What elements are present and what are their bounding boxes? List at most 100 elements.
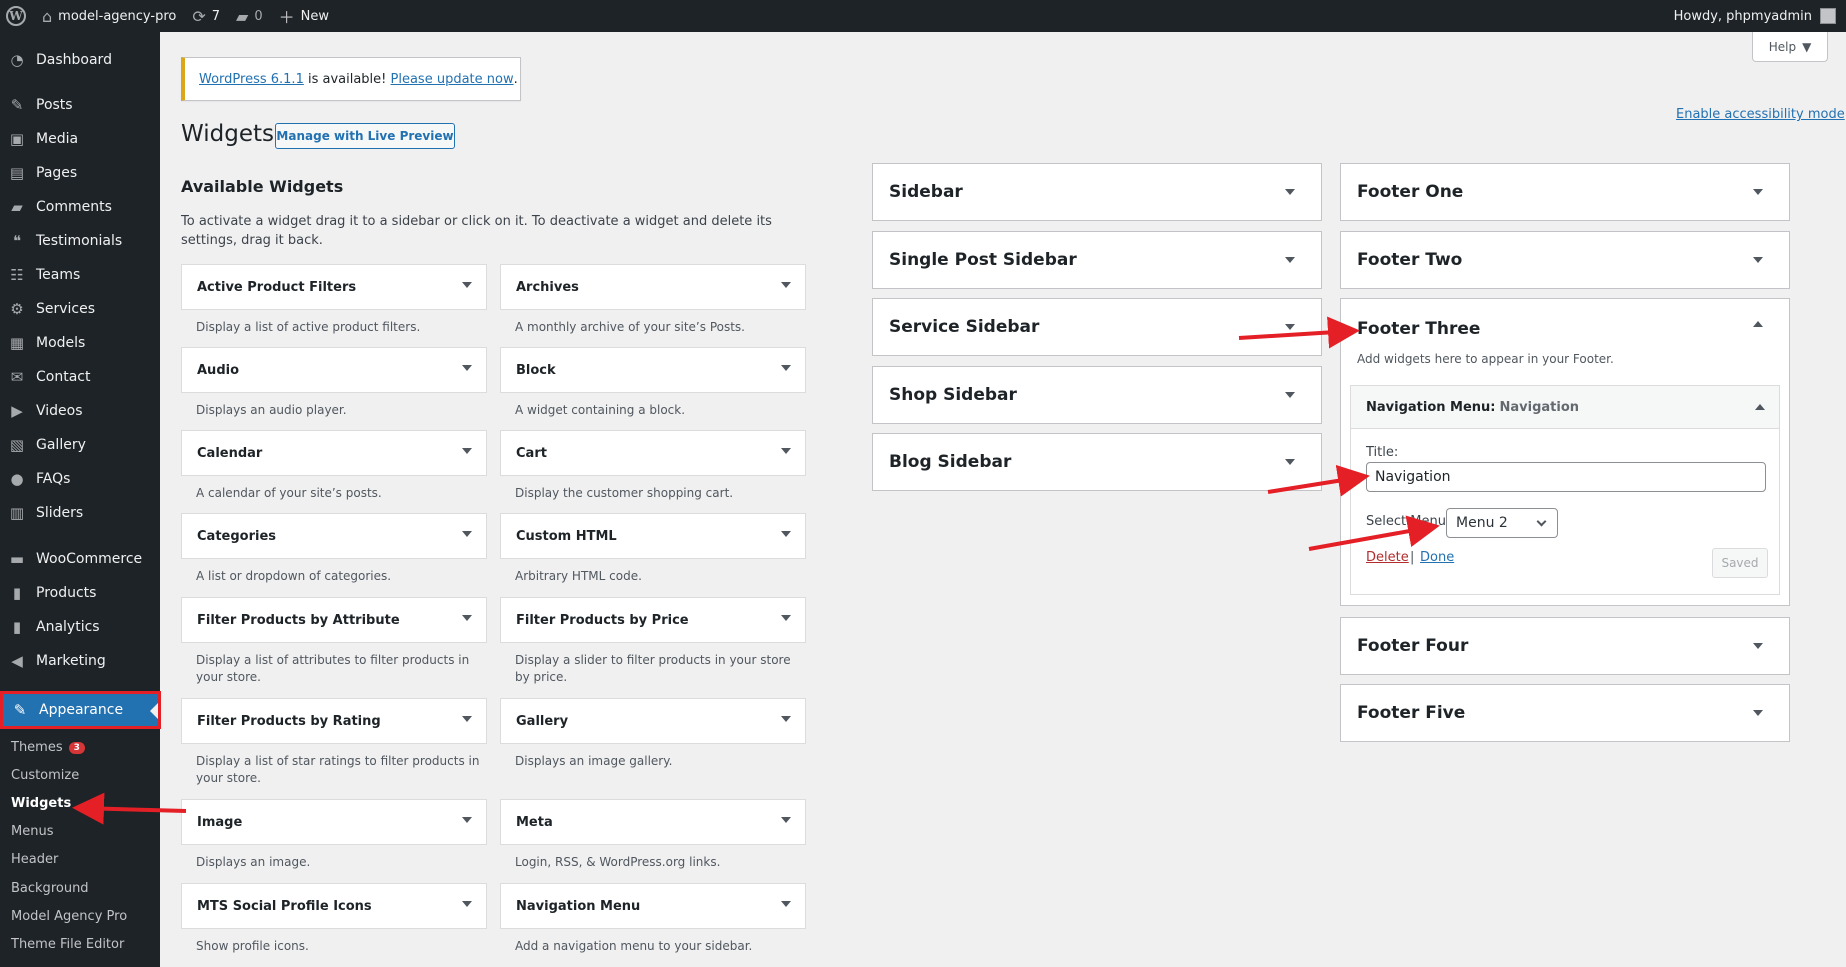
submenu-theme-file-editor[interactable]: Theme File Editor [11,937,124,952]
title-input[interactable] [1366,462,1766,492]
caret-down-icon[interactable] [1753,643,1763,649]
caret-down-icon[interactable] [462,817,472,823]
sidebar-item-marketing[interactable]: ◀ Marketing [0,644,160,678]
submenu-widgets[interactable]: Widgets [11,796,71,811]
caret-down-icon[interactable] [781,531,791,537]
caret-down-icon[interactable] [781,901,791,907]
sidebar-item-products[interactable]: ▮ Products [0,576,160,610]
caret-down-icon[interactable] [781,365,791,371]
sidebar-item-pages[interactable]: ▤ Pages [0,156,160,190]
sidebar-item-comments[interactable]: ▰ Comments [0,190,160,224]
sidebar-item-testimonials[interactable]: ❝ Testimonials [0,224,160,258]
sidebar-item-contact[interactable]: ✉ Contact [0,360,160,394]
widget-custom-html[interactable]: Custom HTML [500,513,806,559]
caret-down-icon[interactable] [781,448,791,454]
sidebar-item-woocommerce[interactable]: ▬ WooCommerce [0,542,160,576]
saved-button[interactable]: Saved [1712,548,1768,578]
area-title[interactable]: Footer Three [1357,319,1480,339]
wordpress-version-link[interactable]: WordPress 6.1.1 [199,72,304,87]
area-footer-four[interactable]: Footer Four [1340,617,1790,675]
widget-header[interactable]: Navigation Menu: Navigation [1351,386,1779,429]
sidebar-item-teams[interactable]: ☷ Teams [0,258,160,292]
caret-up-icon[interactable] [1753,321,1763,327]
sidebar-item-posts[interactable]: ✎ Posts [0,88,160,122]
caret-down-icon[interactable] [1753,189,1763,195]
caret-down-icon[interactable] [1285,392,1295,398]
caret-down-icon[interactable] [781,716,791,722]
area-footer-two[interactable]: Footer Two [1340,231,1790,289]
area-single-post-sidebar[interactable]: Single Post Sidebar [872,231,1322,289]
widget-mts-social-profile-icons[interactable]: MTS Social Profile Icons [181,883,487,929]
widget-filter-products-by-rating[interactable]: Filter Products by Rating [181,698,487,744]
caret-down-icon[interactable] [462,901,472,907]
my-account-menu[interactable]: Howdy, phpmyadmin [1674,8,1846,24]
caret-down-icon[interactable] [1285,189,1295,195]
submenu-model-agency-pro[interactable]: Model Agency Pro [11,909,127,924]
caret-down-icon[interactable] [781,615,791,621]
widget-block[interactable]: Block [500,347,806,393]
widget-archives[interactable]: Archives [500,264,806,310]
sidebar-item-videos[interactable]: ▶ Videos [0,394,160,428]
sidebar-item-dashboard[interactable]: ◔ Dashboard [0,43,160,77]
caret-down-icon[interactable] [462,448,472,454]
sidebar-item-label: Media [36,131,79,147]
accessibility-mode-link[interactable]: Enable accessibility mode [1676,107,1845,122]
select-menu-dropdown[interactable]: Menu 2 [1446,508,1558,538]
caret-down-icon[interactable] [462,716,472,722]
caret-up-icon[interactable] [1755,404,1765,410]
wp-logo-menu[interactable]: W [0,0,34,32]
widget-gallery[interactable]: Gallery [500,698,806,744]
sidebar-item-sliders[interactable]: ▥ Sliders [0,496,160,530]
caret-down-icon[interactable] [462,365,472,371]
sidebar-item-services[interactable]: ⚙ Services [0,292,160,326]
submenu-menus[interactable]: Menus [11,824,53,839]
caret-down-icon[interactable] [781,817,791,823]
delete-link[interactable]: Delete [1366,550,1409,565]
widget-navigation-menu[interactable]: Navigation Menu [500,883,806,929]
sidebar-item-appearance[interactable]: ✎ Appearance [0,691,161,729]
submenu-header[interactable]: Header [11,852,58,867]
area-shop-sidebar[interactable]: Shop Sidebar [872,366,1322,424]
sidebar-item-gallery[interactable]: ▧ Gallery [0,428,160,462]
area-footer-one[interactable]: Footer One [1340,163,1790,221]
done-link[interactable]: Done [1420,550,1454,565]
widget-meta[interactable]: Meta [500,799,806,845]
widget-filter-products-by-attribute[interactable]: Filter Products by Attribute [181,597,487,643]
new-content-link[interactable]: ＋ New [271,0,337,32]
sidebar-item-models[interactable]: ▦ Models [0,326,160,360]
area-footer-five[interactable]: Footer Five [1340,684,1790,742]
widget-categories[interactable]: Categories [181,513,487,559]
widget-calendar[interactable]: Calendar [181,430,487,476]
widget-filter-products-by-price[interactable]: Filter Products by Price [500,597,806,643]
live-preview-button[interactable]: Manage with Live Preview [275,123,455,149]
submenu-background[interactable]: Background [11,881,89,896]
update-now-link[interactable]: Please update now [391,72,514,87]
caret-down-icon[interactable] [781,282,791,288]
sidebar-item-media[interactable]: ▣ Media [0,122,160,156]
caret-down-icon[interactable] [1285,324,1295,330]
comments-link[interactable]: ▰ 0 [228,0,271,32]
caret-down-icon[interactable] [1753,257,1763,263]
help-button[interactable]: Help ▼ [1752,32,1828,62]
caret-down-icon[interactable] [1285,257,1295,263]
area-blog-sidebar[interactable]: Blog Sidebar [872,433,1322,491]
submenu-customize[interactable]: Customize [11,768,79,783]
caret-down-icon[interactable] [1753,710,1763,716]
caret-down-icon[interactable] [462,615,472,621]
sidebar-item-analytics[interactable]: ▮ Analytics [0,610,160,644]
widget-audio[interactable]: Audio [181,347,487,393]
sidebar-item-faqs[interactable]: ● FAQs [0,462,160,496]
widget-cart[interactable]: Cart [500,430,806,476]
link-separator: | [1410,550,1415,565]
submenu-themes[interactable]: Themes 3 [11,740,85,755]
site-name-link[interactable]: ⌂ model-agency-pro [34,0,184,32]
widget-active-product-filters[interactable]: Active Product Filters [181,264,487,310]
caret-down-icon[interactable] [462,531,472,537]
caret-down-icon[interactable] [1285,459,1295,465]
area-service-sidebar[interactable]: Service Sidebar [872,298,1322,356]
updates-link[interactable]: ⟳ 7 [184,0,228,32]
area-sidebar[interactable]: Sidebar [872,163,1322,221]
widget-image[interactable]: Image [181,799,487,845]
caret-down-icon[interactable] [462,282,472,288]
available-widgets-title: Available Widgets [181,177,344,196]
